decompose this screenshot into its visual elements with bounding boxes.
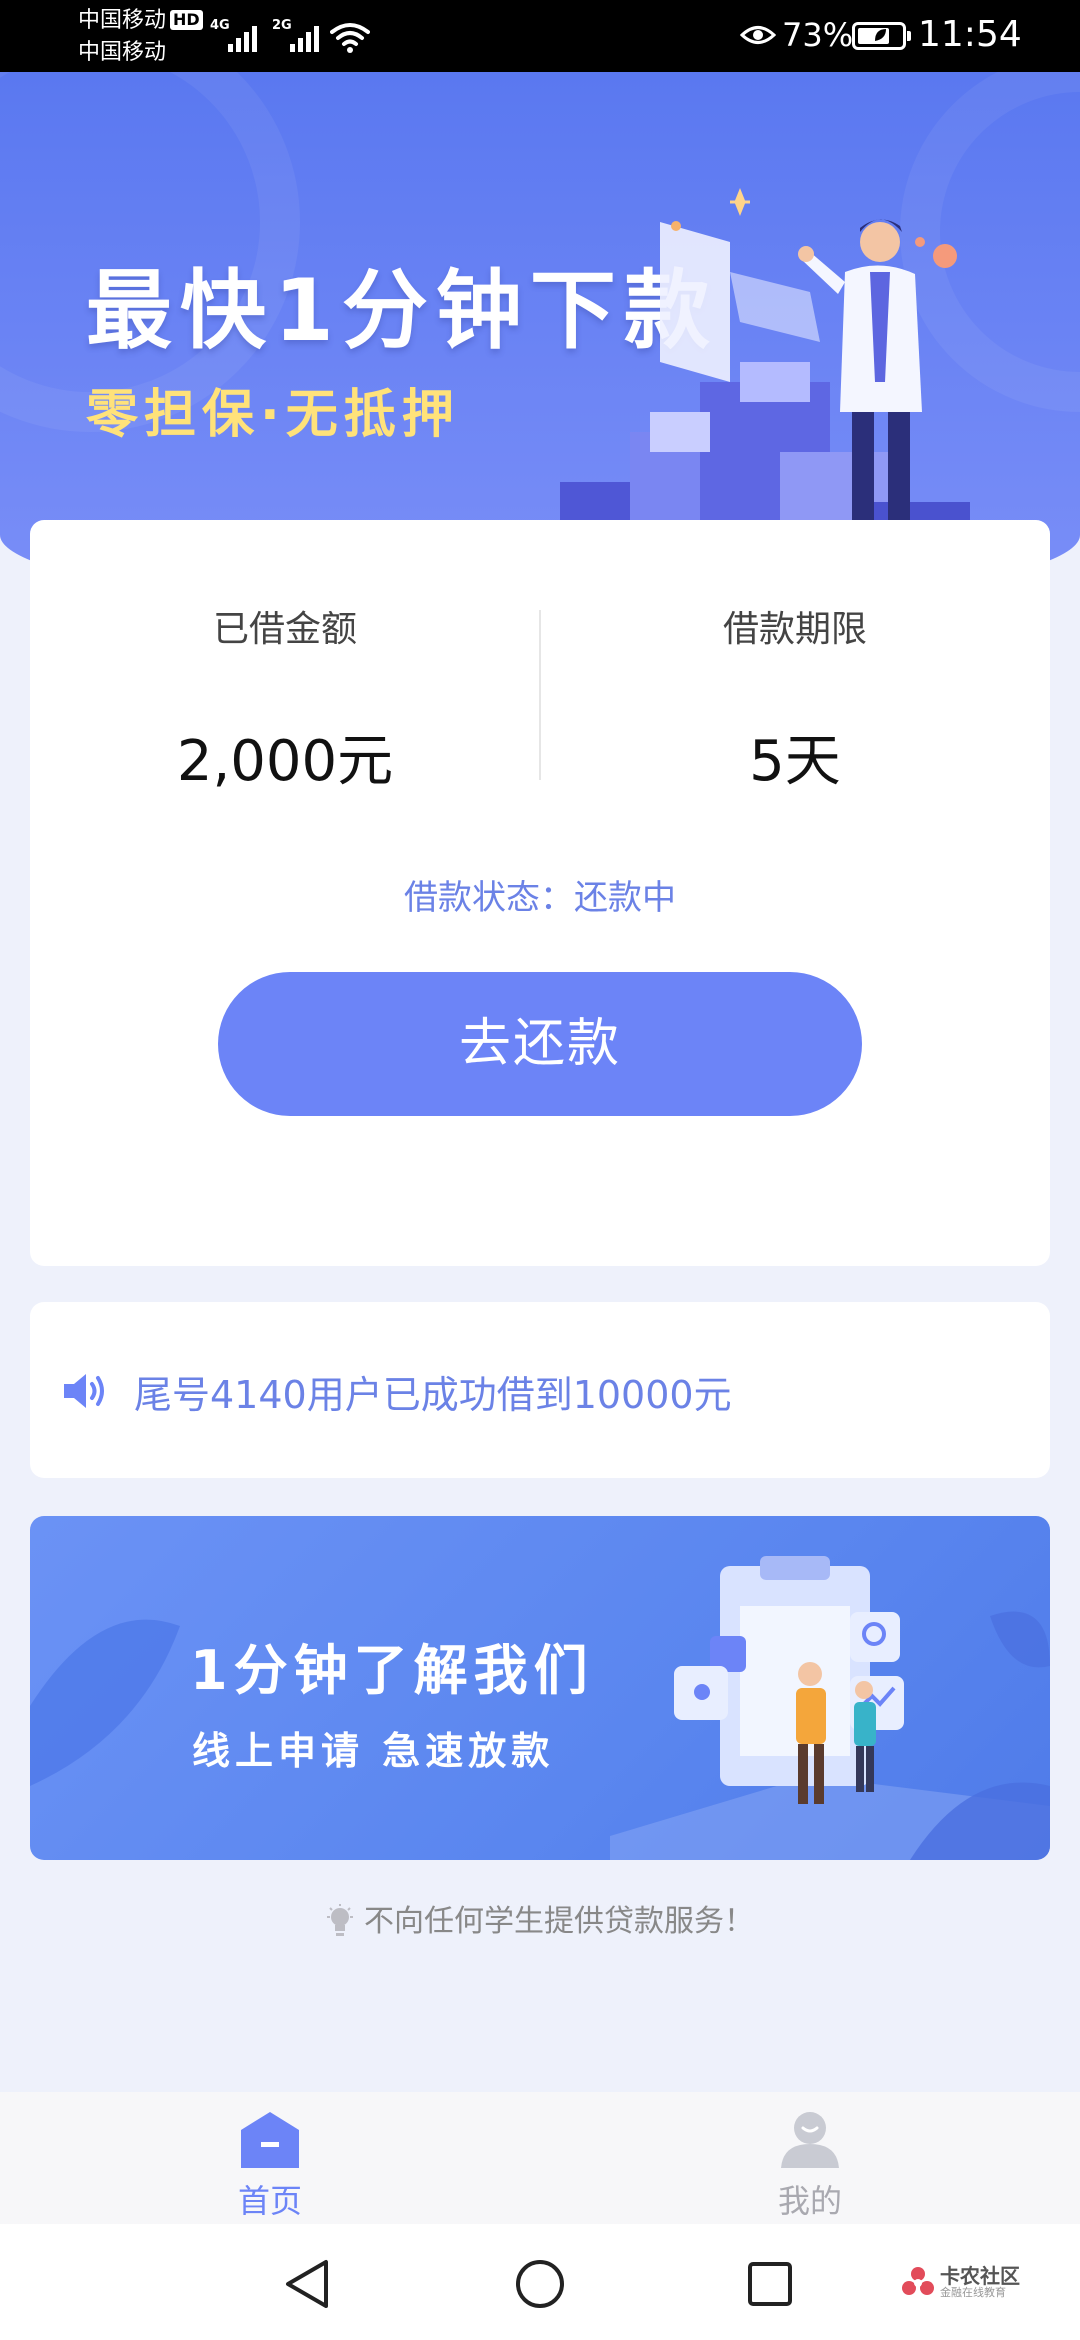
tab-mine[interactable]: 我的 [710,2108,910,2222]
speaker-icon [64,1374,104,1408]
carrier-secondary: 中国移动 [78,40,167,65]
home-icon [241,2112,299,2168]
tab-mine-label: 我的 [777,2182,842,2220]
carrier-primary: 中国移动 HD [78,8,203,34]
back-icon[interactable] [282,2258,332,2310]
lightbulb-icon [327,1904,353,1936]
leaf-decoration-icon [30,1619,180,1786]
loan-term-value: 5天 [749,729,841,794]
hd-badge: HD [170,10,203,30]
battery-icon [852,22,911,50]
promo-subtitle: 线上申请 急速放款 [192,1729,555,1773]
about-us-banner[interactable]: 1分钟了解我们 线上申请 急速放款 [30,1516,1050,1860]
recent-apps-icon[interactable] [746,2260,794,2308]
clock: 11:54 [918,14,1022,55]
promo-title: 1分钟了解我们 [190,1639,594,1702]
watermark: 卡农社区 金融在线教育 [900,2260,1030,2310]
status-bar: 中国移动 HD 中国移动 4G 2G 73% 11:54 [0,0,1080,72]
network-type-2g: 2G [272,18,292,33]
notice-card: 尾号4140用户已成功借到10000元 [30,1302,1050,1478]
eye-comfort-icon [740,26,776,44]
hero-subtitle: 零担保·无抵押 [86,385,460,445]
network-type-4g: 4G [210,18,230,33]
bottom-tab-bar: 首页 我的 [0,2092,1080,2224]
watermark-subtitle: 金融在线教育 [940,2286,1006,2299]
home-circle-icon[interactable] [514,2258,566,2310]
system-nav-bar: 卡农社区 金融在线教育 [0,2224,1080,2340]
tab-home-label: 首页 [237,2182,302,2220]
watermark-logo-icon [902,2267,934,2295]
borrowed-amount-label: 已借金额 [212,609,357,650]
borrowed-amount-value: 2,000元 [176,729,394,794]
loan-status: 借款状态：还款中 [404,878,676,918]
loan-summary-card: 已借金额 2,000元 借款期限 5天 借款状态：还款中 去还款 [30,520,1050,1266]
carrier-primary-label: 中国移动 [78,8,167,33]
tab-home[interactable]: 首页 [170,2108,370,2222]
notice-text: 尾号4140用户已成功借到10000元 [134,1373,732,1417]
repay-button[interactable]: 去还款 [218,972,862,1116]
disclaimer-text: 不向任何学生提供贷款服务！ [364,1904,754,1939]
promo-illustration [610,1556,1050,1860]
battery-percent: 73% [782,16,854,54]
student-disclaimer: 不向任何学生提供贷款服务！ [0,1896,1080,1940]
loan-term-label: 借款期限 [722,609,867,650]
user-icon [781,2112,839,2168]
battery-saver-leaf-icon [875,29,886,41]
wifi-icon [330,23,370,53]
